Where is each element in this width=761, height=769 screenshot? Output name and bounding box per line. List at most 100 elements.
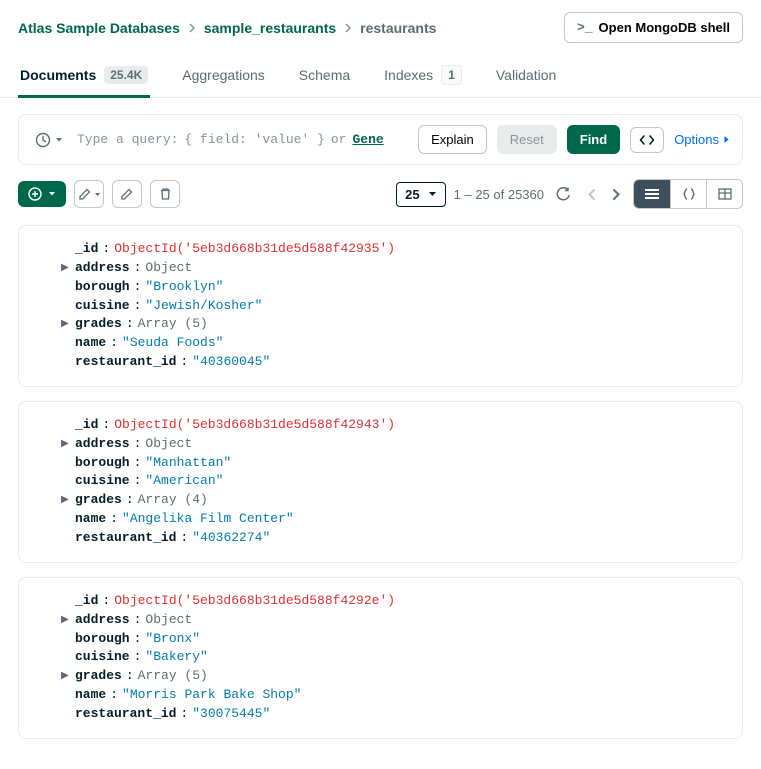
field-value: Array (5) <box>138 315 208 334</box>
content: Type a query: { field: 'value' } or Gene… <box>0 98 761 769</box>
expand-caret[interactable]: ▶ <box>61 262 69 277</box>
field-key: restaurant_id <box>75 353 176 372</box>
field-key: restaurant_id <box>75 529 176 548</box>
code-icon <box>639 134 655 146</box>
reset-button[interactable]: Reset <box>497 125 557 154</box>
field-value: Array (4) <box>138 491 208 510</box>
view-json-button[interactable] <box>670 180 706 208</box>
header: Atlas Sample Databases sample_restaurant… <box>0 0 761 55</box>
caret-right-icon <box>723 135 730 144</box>
next-page-button[interactable] <box>608 184 625 205</box>
field-value: "Jewish/Kosher" <box>145 297 262 316</box>
field-key: borough <box>75 630 130 649</box>
view-table-button[interactable] <box>706 180 742 208</box>
field-row: restaurant_id : "40362274" <box>75 529 722 548</box>
expand-caret[interactable]: ▶ <box>61 318 69 333</box>
field-value: "Seuda Foods" <box>122 334 223 353</box>
view-list-button[interactable] <box>634 180 670 208</box>
placeholder-text: Type a query: <box>77 132 178 147</box>
edit-button[interactable] <box>112 180 142 208</box>
field-row: _id : ObjectId('5eb3d668b31de5d588f42943… <box>75 416 722 435</box>
tab-schema[interactable]: Schema <box>297 55 352 98</box>
caret-down-icon <box>94 192 101 197</box>
breadcrumb-current: restaurants <box>360 20 436 36</box>
document-card[interactable]: _id : ObjectId('5eb3d668b31de5d588f42943… <box>18 401 743 563</box>
breadcrumb-collection[interactable]: sample_restaurants <box>204 20 336 36</box>
tab-aggregations[interactable]: Aggregations <box>180 55 267 98</box>
field-key: address <box>75 611 130 630</box>
field-value: ObjectId('5eb3d668b31de5d588f42943') <box>114 416 395 435</box>
field-key: grades <box>75 491 122 510</box>
document-card[interactable]: _id : ObjectId('5eb3d668b31de5d588f42935… <box>18 225 743 387</box>
expand-caret[interactable]: ▶ <box>61 670 69 685</box>
field-value: "Brooklyn" <box>145 278 223 297</box>
list-icon <box>644 188 660 200</box>
field-row: ▶grades : Array (5) <box>75 315 722 334</box>
options-label: Options <box>674 132 719 147</box>
field-row: borough : "Bronx" <box>75 630 722 649</box>
refresh-button[interactable] <box>552 183 575 206</box>
field-key: restaurant_id <box>75 705 176 724</box>
table-icon <box>718 188 732 200</box>
field-row: name : "Angelika Film Center" <box>75 510 722 529</box>
field-value: ObjectId('5eb3d668b31de5d588f4292e') <box>114 592 395 611</box>
field-key: borough <box>75 278 130 297</box>
field-value: Object <box>145 259 192 278</box>
plus-circle-icon <box>28 187 42 201</box>
code-toggle-button[interactable] <box>630 127 664 153</box>
caret-down-icon <box>48 191 56 197</box>
field-value: ObjectId('5eb3d668b31de5d588f42935') <box>114 240 395 259</box>
field-row: _id : ObjectId('5eb3d668b31de5d588f4292e… <box>75 592 722 611</box>
field-key: cuisine <box>75 472 130 491</box>
tab-indexes[interactable]: Indexes 1 <box>382 55 464 98</box>
page-size-select[interactable]: 25 <box>396 182 445 207</box>
expand-caret[interactable]: ▶ <box>61 494 69 509</box>
field-row: _id : ObjectId('5eb3d668b31de5d588f42935… <box>75 240 722 259</box>
chevron-left-icon <box>587 188 596 201</box>
add-document-button[interactable] <box>18 181 66 207</box>
breadcrumb-database[interactable]: Atlas Sample Databases <box>18 20 180 36</box>
delete-button[interactable] <box>150 180 180 208</box>
field-row: ▶grades : Array (5) <box>75 667 722 686</box>
edit-multi-button[interactable] <box>74 180 104 208</box>
generate-link[interactable]: Gene <box>352 132 383 147</box>
find-button[interactable]: Find <box>567 125 620 154</box>
history-button[interactable] <box>31 130 67 150</box>
field-key: cuisine <box>75 648 130 667</box>
pencil-icon <box>120 187 134 201</box>
field-key: grades <box>75 667 122 686</box>
field-value: Object <box>145 435 192 454</box>
field-row: ▶grades : Array (4) <box>75 491 722 510</box>
tab-label: Documents <box>20 67 96 83</box>
field-key: grades <box>75 315 122 334</box>
field-value: "40360045" <box>192 353 270 372</box>
field-key: cuisine <box>75 297 130 316</box>
open-shell-button[interactable]: >_ Open MongoDB shell <box>564 12 743 43</box>
tab-label: Indexes <box>384 67 433 83</box>
field-row: ▶address : Object <box>75 259 722 278</box>
expand-caret[interactable]: ▶ <box>61 614 69 629</box>
trash-icon <box>159 187 172 201</box>
field-key: name <box>75 510 106 529</box>
pencil-icon <box>78 187 92 201</box>
options-link[interactable]: Options <box>674 132 730 147</box>
badge-count: 1 <box>441 65 462 85</box>
query-input[interactable]: Type a query: { field: 'value' } or Gene <box>77 132 408 147</box>
prev-page-button[interactable] <box>583 184 600 205</box>
field-row: ▶address : Object <box>75 435 722 454</box>
toolbar-left <box>18 180 180 208</box>
toolbar: 25 1 – 25 of 25360 <box>18 179 743 209</box>
tab-validation[interactable]: Validation <box>494 55 558 98</box>
badge-count: 25.4K <box>104 66 148 84</box>
field-value: Array (5) <box>138 667 208 686</box>
page-size-value: 25 <box>405 187 419 202</box>
field-key: address <box>75 435 130 454</box>
shell-button-label: Open MongoDB shell <box>599 20 730 35</box>
document-card[interactable]: _id : ObjectId('5eb3d668b31de5d588f4292e… <box>18 577 743 739</box>
field-key: name <box>75 334 106 353</box>
tab-documents[interactable]: Documents 25.4K <box>18 55 150 98</box>
expand-caret[interactable]: ▶ <box>61 438 69 453</box>
field-value: "Manhattan" <box>145 454 231 473</box>
explain-button[interactable]: Explain <box>418 125 487 154</box>
field-key: _id <box>75 416 98 435</box>
